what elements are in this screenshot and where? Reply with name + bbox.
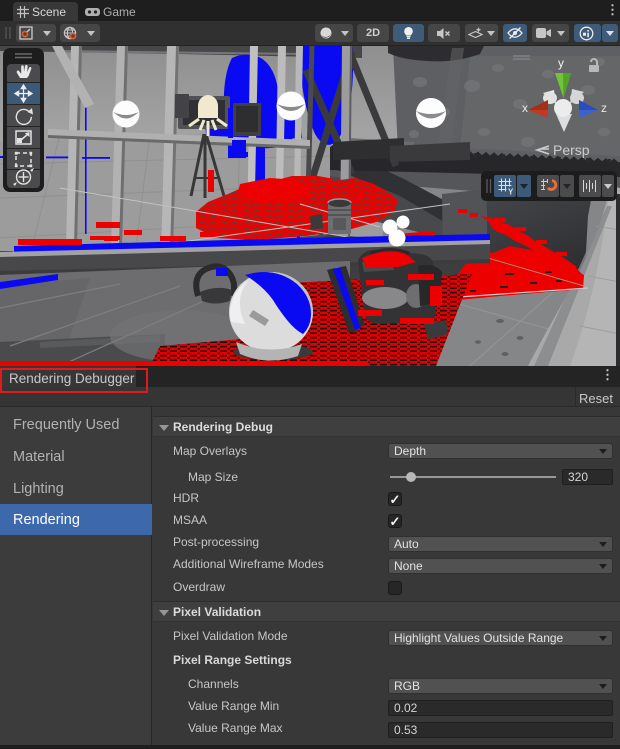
svg-text:z: z	[601, 101, 607, 115]
svg-text:Persp: Persp	[553, 142, 590, 158]
svg-text:x: x	[522, 101, 528, 115]
svg-text:Y: Y	[508, 188, 514, 197]
svg-text:y: y	[558, 56, 564, 70]
